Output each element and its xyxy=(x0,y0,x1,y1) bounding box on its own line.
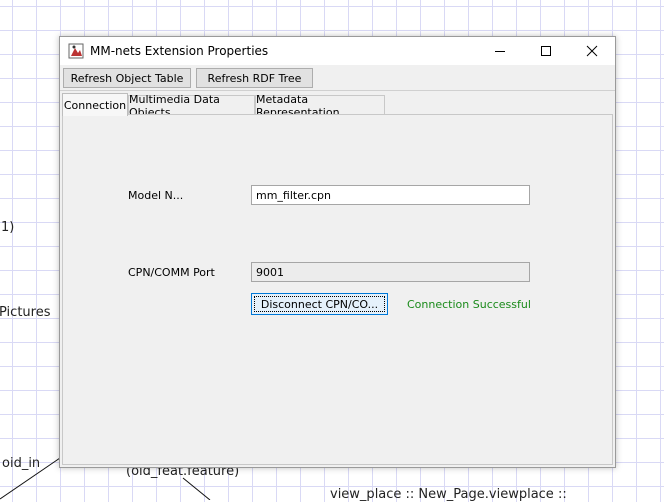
tab-connection[interactable]: Connection xyxy=(62,93,128,116)
model-name-field[interactable] xyxy=(251,185,530,205)
title-bar[interactable]: MM-nets Extension Properties xyxy=(60,37,615,65)
minimize-button[interactable] xyxy=(477,37,523,65)
maximize-button[interactable] xyxy=(523,37,569,65)
port-field[interactable] xyxy=(251,262,530,282)
connection-status: Connection Successful xyxy=(407,298,531,311)
window-title: MM-nets Extension Properties xyxy=(90,44,269,58)
tab-metadata-representation[interactable]: Metadata Representation xyxy=(255,93,385,119)
app-icon xyxy=(68,43,84,59)
refresh-rdf-tree-button[interactable]: Refresh RDF Tree xyxy=(196,68,313,88)
model-name-label: Model N... xyxy=(128,189,184,202)
refresh-object-table-button[interactable]: Refresh Object Table xyxy=(63,68,191,88)
close-button[interactable] xyxy=(569,37,615,65)
background-label: 1) xyxy=(1,220,15,235)
minimize-icon xyxy=(495,51,505,52)
connection-panel: Model N... CPN/COMM Port Disconnect CPN/… xyxy=(62,114,613,465)
port-label: CPN/COMM Port xyxy=(128,266,215,279)
properties-dialog: MM-nets Extension Properties Refresh Obj… xyxy=(59,36,616,468)
disconnect-button[interactable]: Disconnect CPN/CO... xyxy=(251,293,388,315)
background-label: oid_in xyxy=(2,456,41,471)
maximize-icon xyxy=(541,46,551,56)
close-icon xyxy=(586,45,598,57)
tab-multimedia-data-objects[interactable]: Multimedia Data Objects xyxy=(128,93,255,119)
toolbar: Refresh Object Table Refresh RDF Tree xyxy=(60,65,615,91)
background-label: Pictures xyxy=(0,305,51,320)
